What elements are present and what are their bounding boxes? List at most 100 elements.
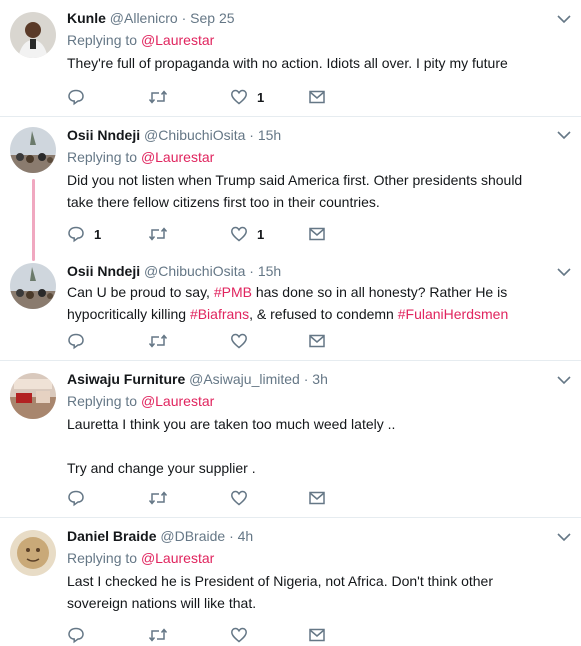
hashtag-link[interactable]: #FulaniHerdsmen: [398, 306, 509, 322]
like-button[interactable]: [230, 489, 248, 507]
chevron-down-icon[interactable]: [557, 532, 571, 542]
hashtag-link[interactable]: #Biafrans: [190, 306, 249, 322]
retweet-button[interactable]: [148, 225, 168, 243]
like-button[interactable]: 1: [230, 225, 264, 243]
tweet-kunle[interactable]: Kunle @Allenicro · Sep 25 Replying to @L…: [0, 0, 581, 116]
dm-icon: [309, 628, 325, 642]
tweet-text-line: Try and change your supplier .: [67, 460, 256, 476]
dm-icon: [309, 90, 325, 104]
mention-link[interactable]: @Laurestar: [141, 32, 214, 48]
separator-dot: ·: [229, 528, 234, 544]
display-name[interactable]: Osii Nndeji: [67, 263, 140, 279]
user-handle[interactable]: @ChibuchiOsita: [144, 263, 245, 279]
thread-connector: [32, 179, 35, 261]
like-count: 1: [257, 89, 265, 105]
user-handle[interactable]: @DBraide: [160, 528, 225, 544]
separator-dot: ·: [303, 371, 309, 387]
user-handle[interactable]: @Asiwaju_limited: [189, 371, 300, 387]
tweet-header: Kunle @Allenicro · Sep 25: [67, 8, 551, 28]
avatar[interactable]: [10, 373, 56, 419]
tweet-text-line: Lauretta I think you are taken too much …: [67, 416, 396, 432]
display-name[interactable]: Osii Nndeji: [67, 127, 140, 143]
retweet-icon: [148, 227, 168, 241]
reply-button[interactable]: [67, 626, 85, 644]
dm-button[interactable]: [308, 88, 326, 106]
mention-link[interactable]: @Laurestar: [141, 149, 214, 165]
dm-button[interactable]: [308, 332, 326, 350]
tweet-header: Daniel Braide @DBraide · 4h: [67, 526, 551, 546]
chevron-down-icon[interactable]: [557, 267, 571, 277]
replying-to: Replying to @Laurestar: [67, 30, 551, 50]
timestamp[interactable]: 4h: [238, 528, 254, 544]
display-name[interactable]: Kunle: [67, 10, 106, 26]
tweet-header: Osii Nndeji @ChibuchiOsita · 15h: [67, 125, 551, 145]
user-handle[interactable]: @ChibuchiOsita: [144, 127, 245, 143]
dm-icon: [309, 334, 325, 348]
tweet-text: Lauretta I think you are taken too much …: [67, 413, 551, 479]
reply-button[interactable]: 1: [67, 225, 101, 243]
reply-icon: [68, 490, 84, 507]
avatar[interactable]: [10, 263, 56, 309]
dm-button[interactable]: [308, 489, 326, 507]
avatar[interactable]: [10, 12, 56, 58]
like-icon: [231, 490, 247, 506]
dm-button[interactable]: [308, 626, 326, 644]
retweet-icon: [148, 628, 168, 642]
dm-icon: [309, 491, 325, 505]
dm-button[interactable]: [308, 225, 326, 243]
tweet-daniel[interactable]: Daniel Braide @DBraide · 4h Replying to …: [0, 518, 581, 644]
reply-icon: [68, 226, 84, 243]
display-name[interactable]: Asiwaju Furniture: [67, 371, 185, 387]
tweet-osii-2[interactable]: Osii Nndeji @ChibuchiOsita · 15h Can U b…: [0, 257, 581, 360]
like-icon: [231, 226, 247, 242]
tweet-text: Did you not listen when Trump said Ameri…: [67, 169, 551, 213]
tweet-text: Last I checked he is President of Nigeri…: [67, 570, 551, 614]
tweet-header: Asiwaju Furniture @Asiwaju_limited · 3h: [67, 369, 551, 389]
mention-link[interactable]: @Laurestar: [141, 393, 214, 409]
mention-link[interactable]: @Laurestar: [141, 550, 214, 566]
timestamp[interactable]: 15h: [258, 127, 281, 143]
replying-to: Replying to @Laurestar: [67, 391, 551, 411]
tweet-text-line: Did you not listen when Trump said Ameri…: [67, 172, 523, 210]
like-button[interactable]: [230, 332, 248, 350]
replying-to-label: Replying to: [67, 32, 141, 48]
reply-icon: [68, 333, 84, 350]
hashtag-link[interactable]: #PMB: [214, 284, 252, 300]
like-count: 1: [257, 226, 265, 242]
retweet-icon: [148, 90, 168, 104]
retweet-button[interactable]: [148, 88, 168, 106]
reply-count: 1: [94, 226, 102, 242]
avatar[interactable]: [10, 127, 56, 173]
tweet-text: They're full of propaganda with no actio…: [67, 52, 551, 74]
separator-dot: ·: [249, 127, 254, 143]
like-button[interactable]: [230, 626, 248, 644]
reply-button[interactable]: [67, 489, 85, 507]
retweet-icon: [148, 334, 168, 348]
like-icon: [231, 627, 247, 643]
timestamp[interactable]: 15h: [258, 263, 281, 279]
replying-to: Replying to @Laurestar: [67, 548, 551, 568]
like-button[interactable]: 1: [230, 88, 264, 106]
reply-button[interactable]: [67, 332, 85, 350]
retweet-icon: [148, 491, 168, 505]
retweet-button[interactable]: [148, 332, 168, 350]
tweet-text-line: Last I checked he is President of Nigeri…: [67, 573, 494, 611]
tweet-text-blank: [67, 435, 551, 457]
separator-dot: ·: [181, 10, 187, 26]
reply-button[interactable]: [67, 88, 94, 106]
timestamp[interactable]: Sep 25: [190, 10, 234, 26]
avatar[interactable]: [10, 530, 56, 576]
tweet-osii-1[interactable]: Osii Nndeji @ChibuchiOsita · 15h Replyin…: [0, 117, 581, 261]
retweet-button[interactable]: [148, 489, 168, 507]
chevron-down-icon[interactable]: [557, 14, 571, 24]
tweet-text-segment: , & refused to condemn: [249, 306, 398, 322]
tweet-asiwaju[interactable]: Asiwaju Furniture @Asiwaju_limited · 3h …: [0, 361, 581, 517]
user-handle[interactable]: @Allenicro: [110, 10, 178, 26]
replying-to-label: Replying to: [67, 149, 141, 165]
display-name[interactable]: Daniel Braide: [67, 528, 156, 544]
timestamp[interactable]: 3h: [312, 371, 328, 387]
retweet-button[interactable]: [148, 626, 168, 644]
tweet-text-segment: Can U be proud to say,: [67, 284, 214, 300]
chevron-down-icon[interactable]: [557, 130, 571, 140]
chevron-down-icon[interactable]: [557, 375, 571, 385]
